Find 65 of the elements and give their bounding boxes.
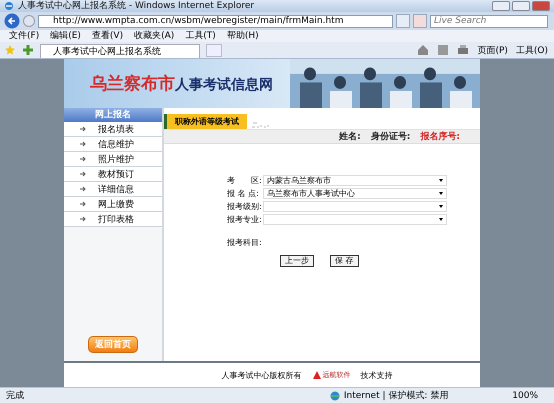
- arrow-icon: [80, 126, 86, 132]
- form-button[interactable]: 保 存: [330, 255, 359, 267]
- field-label: 考 区:: [227, 174, 259, 186]
- stop-button[interactable]: [413, 14, 427, 28]
- zone-text: Internet | 保护模式: 禁用: [344, 390, 448, 402]
- home-icon[interactable]: [417, 44, 430, 56]
- printer-icon[interactable]: [457, 44, 470, 56]
- dropdown-field[interactable]: 乌兰察布市人事考试中心: [263, 188, 447, 198]
- field-label: 报考专业:: [227, 214, 259, 224]
- menu-item[interactable]: 编辑(E): [50, 30, 81, 42]
- favorites-star-icon[interactable]: [4, 44, 16, 56]
- sidebar-heading: 网上报名: [64, 108, 162, 122]
- sidebar-item[interactable]: 照片维护: [64, 152, 162, 167]
- sidebar-item[interactable]: 打印表格: [64, 212, 162, 227]
- maximize-button[interactable]: [512, 1, 530, 11]
- sidebar-item[interactable]: 详细信息: [64, 182, 162, 197]
- menu-item[interactable]: 文件(F): [9, 30, 40, 42]
- arrow-icon: [80, 171, 86, 177]
- logo-icon: [312, 370, 322, 380]
- dropdown-field[interactable]: 内蒙古乌兰察布市: [263, 174, 447, 186]
- toolbar-menu-button[interactable]: 工具(O): [516, 44, 548, 56]
- site-title-city: 乌兰察布市: [90, 74, 175, 94]
- support-text: 技术支持: [360, 370, 392, 380]
- menu-item[interactable]: 帮助(H): [226, 30, 259, 42]
- browser-icon: [4, 1, 14, 11]
- arrow-icon: [80, 201, 86, 207]
- browser-tab[interactable]: 人事考试中心网上报名系统: [40, 44, 200, 58]
- field-label: 报 名 点:: [227, 188, 259, 198]
- new-tab-button[interactable]: [206, 44, 222, 56]
- sidebar-item[interactable]: 信息维护: [64, 137, 162, 152]
- info-label: 姓名:: [339, 130, 361, 143]
- globe-icon: [330, 390, 340, 400]
- site-title: 人事考试信息网: [175, 77, 273, 93]
- zoom-level[interactable]: 100%: [512, 390, 538, 400]
- forward-button[interactable]: [23, 15, 35, 27]
- field-label: 报考科目:: [227, 236, 259, 248]
- search-field[interactable]: Live Search: [430, 14, 548, 28]
- copyright-text: 人事考试中心版权所有: [222, 370, 302, 380]
- arrow-icon: [80, 186, 86, 192]
- back-button[interactable]: [4, 13, 20, 29]
- dropdown-field[interactable]: [263, 200, 447, 212]
- dropdown-field[interactable]: [263, 214, 447, 224]
- exam-tab[interactable]: 职称外语等级考试: [164, 114, 247, 129]
- close-button[interactable]: [532, 1, 550, 11]
- refresh-button[interactable]: [396, 14, 410, 28]
- status-text: 完成: [6, 390, 25, 402]
- field-label: 报考级别:: [227, 200, 259, 212]
- info-label: 报名序号:: [420, 130, 460, 143]
- info-label: 身份证号:: [370, 130, 410, 143]
- arrow-icon: [80, 156, 86, 162]
- menu-item[interactable]: 工具(T): [185, 30, 216, 42]
- feeds-icon[interactable]: [437, 44, 450, 56]
- arrow-icon: [80, 141, 86, 147]
- minimize-button[interactable]: [492, 1, 510, 11]
- address-field[interactable]: http://www.wmpta.com.cn/wsbm/webregister/main/frmMain.htm: [38, 14, 393, 28]
- sidebar-item[interactable]: 报名填表: [64, 122, 162, 137]
- sidebar-item[interactable]: 网上缴费: [64, 197, 162, 212]
- toolbar-menu-button[interactable]: 页面(P): [477, 44, 508, 56]
- window-title: 人事考试中心网上报名系统 - Windows Internet Explorer: [18, 0, 256, 12]
- menu-item[interactable]: 收藏夹(A): [134, 30, 174, 42]
- sidebar-item[interactable]: 教材预订: [64, 167, 162, 182]
- arrow-icon: [80, 216, 86, 222]
- add-favorite-icon[interactable]: [22, 44, 34, 56]
- form-button[interactable]: 上一步: [280, 255, 314, 267]
- menu-item[interactable]: 查看(V): [92, 30, 124, 42]
